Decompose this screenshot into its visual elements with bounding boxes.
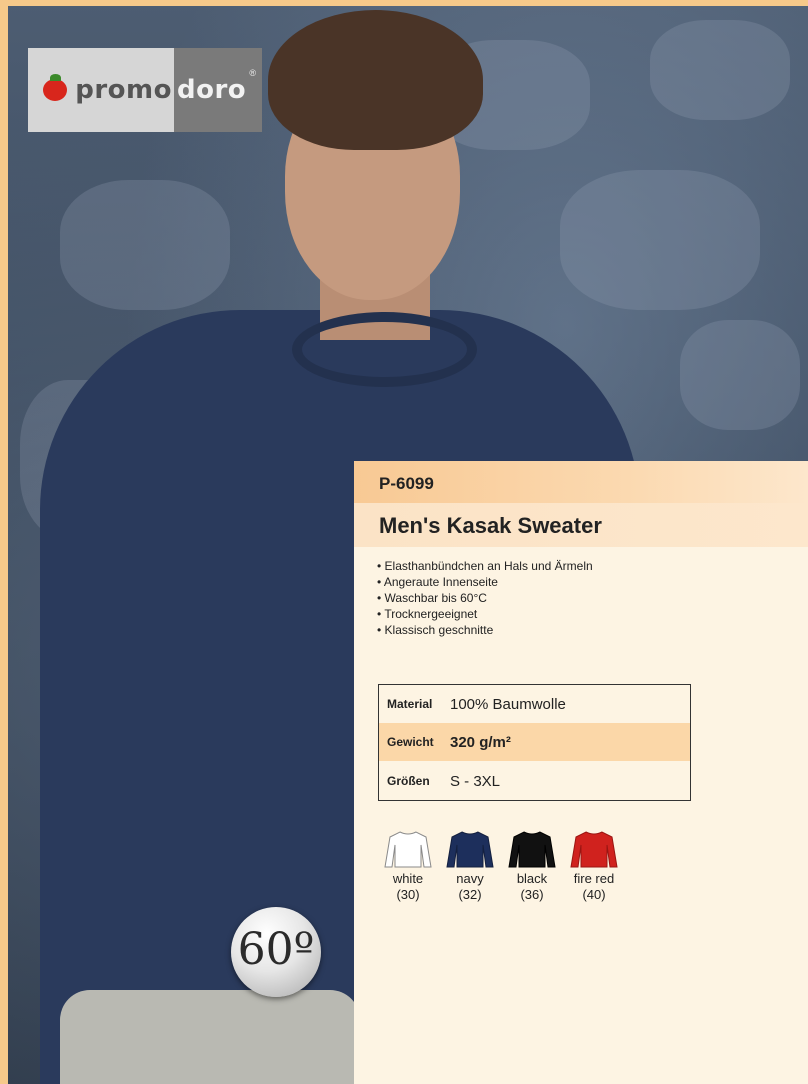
logo-text-promo: promo	[75, 75, 172, 105]
feature-list: • Elasthanbündchen an Hals und Ärmeln • …	[377, 558, 593, 638]
spec-row-sizes: Größen S - 3XL	[379, 762, 690, 800]
feature-item: • Waschbar bis 60°C	[377, 591, 487, 605]
wall-stone	[560, 170, 760, 310]
swatch-navy[interactable]: navy (32)	[440, 829, 500, 903]
color-swatches: white (30) navy (32) black (36) fire red…	[378, 829, 626, 903]
logo-right-block: doro ®	[174, 48, 262, 132]
swatch-name: fire red	[573, 871, 615, 886]
swatch-fire-red[interactable]: fire red (40)	[564, 829, 624, 903]
feature-item: • Angeraute Innenseite	[377, 575, 498, 589]
logo-text-doro: doro	[177, 75, 247, 105]
swatch-black[interactable]: black (36)	[502, 829, 562, 903]
swatch-code: (32)	[458, 887, 482, 902]
spec-table: Material 100% Baumwolle Gewicht 320 g/m²…	[378, 684, 691, 801]
swatch-code: (40)	[582, 887, 606, 902]
wash-60-icon: 60º	[231, 907, 321, 997]
registered-mark: ®	[249, 68, 256, 78]
logo-left-block: promo	[28, 48, 174, 132]
spec-value: 100% Baumwolle	[450, 695, 566, 713]
swatch-code: (30)	[396, 887, 420, 902]
product-code: P-6099	[379, 474, 434, 493]
frame-left	[0, 0, 8, 1084]
spec-label: Größen	[387, 774, 430, 788]
wall-stone	[680, 320, 800, 430]
spec-label: Gewicht	[387, 735, 434, 749]
product-code-bar: P-6099	[354, 461, 808, 503]
sweater-white-icon	[384, 831, 432, 868]
feature-item: • Klassisch geschnitte	[377, 623, 494, 637]
product-title: Men's Kasak Sweater	[379, 513, 602, 538]
wall-stone	[60, 180, 230, 310]
spec-row-weight: Gewicht 320 g/m²	[379, 723, 690, 761]
model-hair	[268, 10, 483, 150]
swatch-name: black	[516, 871, 548, 886]
feature-item: • Trocknergeeignet	[377, 607, 478, 621]
sweater-navy-icon	[446, 831, 494, 868]
model-trousers	[60, 990, 360, 1084]
spec-label: Material	[387, 697, 433, 711]
tomato-icon	[43, 74, 68, 101]
spec-value: S - 3XL	[450, 772, 501, 790]
swatch-white[interactable]: white (30)	[378, 829, 438, 903]
swatch-name: white	[392, 871, 424, 886]
wall-stone	[650, 20, 790, 120]
frame-top	[0, 0, 808, 6]
spec-row-material: Material 100% Baumwolle	[379, 685, 690, 723]
sweater-red-icon	[570, 831, 618, 868]
product-info-panel: P-6099 Men's Kasak Sweater • Elasthanbün…	[354, 461, 808, 1084]
swatch-name: navy	[456, 871, 484, 886]
promodoro-logo: promo doro ®	[28, 48, 262, 132]
sweater-collar	[292, 312, 477, 387]
wash-temperature-label: 60º	[237, 923, 315, 975]
spec-value: 320 g/m²	[450, 733, 511, 751]
swatch-code: (36)	[520, 887, 544, 902]
product-title-bar: Men's Kasak Sweater	[354, 503, 808, 547]
sweater-black-icon	[508, 831, 556, 868]
feature-item: • Elasthanbündchen an Hals und Ärmeln	[377, 559, 593, 573]
